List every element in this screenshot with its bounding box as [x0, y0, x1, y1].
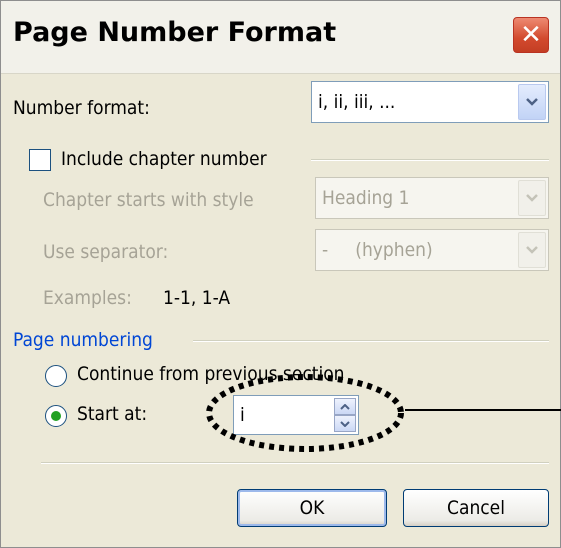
highlight-ellipse: [206, 374, 404, 452]
callout-line: [405, 409, 561, 411]
